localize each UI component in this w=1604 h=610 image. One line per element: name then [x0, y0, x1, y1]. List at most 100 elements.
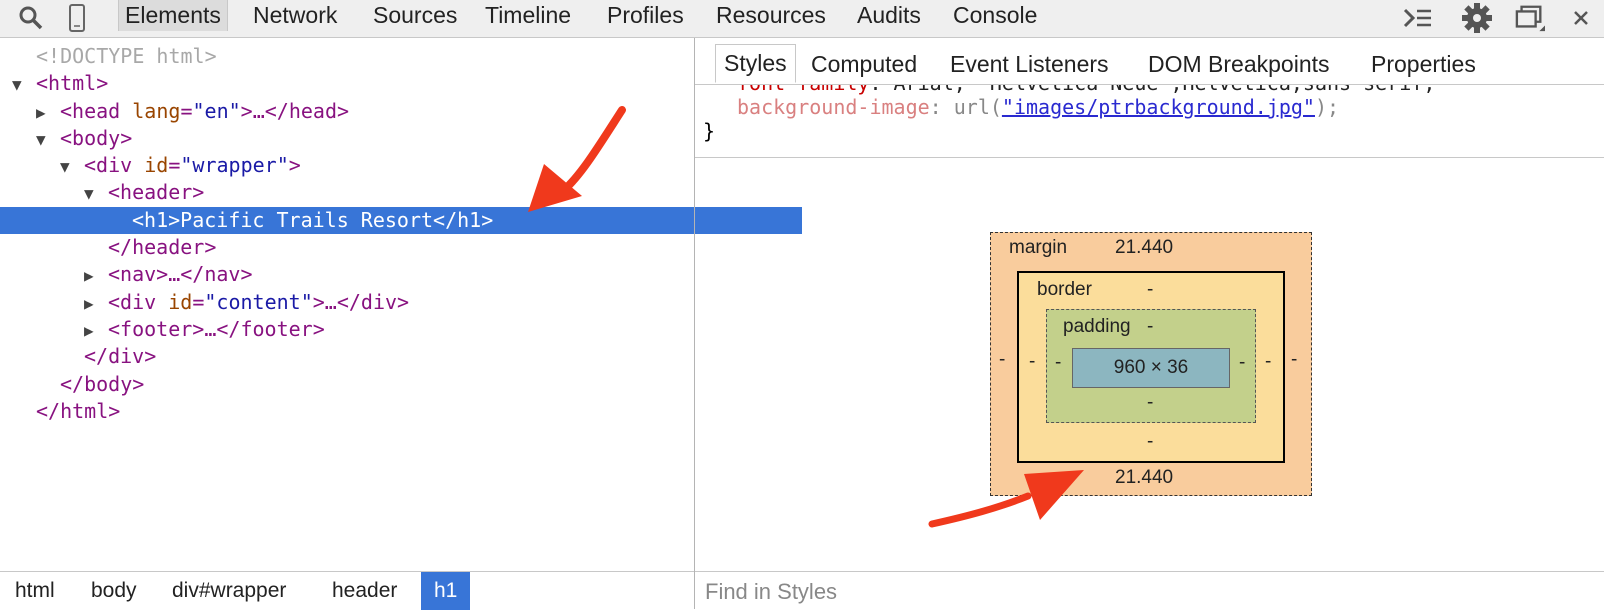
margin-left-value[interactable]: - — [999, 349, 1005, 371]
box-model-margin[interactable]: margin 21.440 - - 21.440 border - - - - … — [990, 232, 1312, 496]
find-in-styles-input[interactable] — [703, 578, 1307, 606]
padding-bottom-value[interactable]: - — [1147, 392, 1153, 414]
expanded-triangle-icon[interactable]: ▼ — [12, 71, 36, 98]
tree-div-close[interactable]: </div> — [0, 343, 754, 370]
tree-html[interactable]: ▼ <html> — [0, 70, 706, 97]
tab-network[interactable]: Network — [253, 0, 337, 31]
tab-resources[interactable]: Resources — [716, 0, 826, 31]
head-attr-value: "en" — [192, 99, 241, 123]
border-label: border — [1037, 279, 1092, 300]
box-model-border[interactable]: border - - - - padding - - - - 960 × 36 — [1017, 271, 1285, 463]
close-icon[interactable] — [1566, 4, 1596, 32]
tree-doctype[interactable]: <!DOCTYPE html> — [0, 43, 706, 70]
content-attr-value: "content" — [204, 290, 313, 314]
find-in-styles — [695, 571, 1604, 610]
tree-div-content[interactable]: ▶ <div id="content">…</div> — [0, 289, 778, 316]
head-attr-name: lang — [132, 99, 181, 123]
css-partial-prop: font-family — [737, 85, 869, 95]
tab-event-listeners[interactable]: Event Listeners — [950, 46, 1109, 83]
padding-top-value[interactable]: - — [1147, 316, 1153, 338]
border-right-value[interactable]: - — [1265, 351, 1271, 373]
tab-styles[interactable]: Styles — [715, 44, 796, 83]
css-url-open: : url( — [929, 95, 1002, 119]
css-partial-value: : Arial, "Helvetica Neue",Helvetica,sans… — [869, 85, 1435, 95]
tab-audits[interactable]: Audits — [857, 0, 921, 31]
padding-label: padding — [1063, 316, 1131, 337]
tab-console[interactable]: Console — [953, 0, 1037, 31]
breadcrumb-header[interactable]: header — [319, 572, 410, 610]
collapsed-triangle-icon[interactable]: ▶ — [36, 99, 60, 126]
breadcrumb-body[interactable]: body — [78, 572, 150, 610]
margin-label: margin — [1009, 237, 1068, 258]
footer-tag: <footer>…</footer> — [108, 317, 325, 341]
breadcrumb: html body div#wrapper header h1 — [0, 571, 694, 610]
gear-icon[interactable] — [1462, 3, 1492, 33]
search-icon[interactable] — [16, 4, 46, 32]
box-model-padding[interactable]: padding - - - - 960 × 36 — [1046, 309, 1256, 423]
css-partial-line[interactable]: font-family: Arial, "Helvetica Neue",Hel… — [737, 85, 1435, 95]
head-tag-name: head — [72, 99, 121, 123]
tree-nav[interactable]: ▶ <nav>…</nav> — [0, 261, 778, 288]
css-prop-background-image: background-image — [737, 95, 930, 119]
tree-footer[interactable]: ▶ <footer>…</footer> — [0, 316, 778, 343]
tab-elements[interactable]: Elements — [118, 0, 228, 31]
tree-div-wrapper[interactable]: ▼ <div id="wrapper"> — [0, 152, 754, 179]
dock-icon[interactable] — [1515, 4, 1545, 32]
html-open-tag: <html> — [36, 71, 109, 95]
expanded-triangle-icon[interactable]: ▼ — [60, 153, 84, 180]
section-divider — [695, 157, 1604, 158]
device-mode-icon[interactable] — [62, 4, 92, 32]
annotation-arrow — [528, 106, 626, 212]
annotation-arrow — [928, 470, 1084, 528]
collapsed-triangle-icon[interactable]: ▶ — [84, 317, 108, 344]
styles-rule: font-family: Arial, "Helvetica Neue",Hel… — [695, 85, 1604, 157]
tab-properties[interactable]: Properties — [1371, 46, 1476, 83]
html-close-tag: </html> — [36, 399, 121, 423]
margin-right-value[interactable]: - — [1291, 349, 1297, 371]
breadcrumb-h1[interactable]: h1 — [421, 572, 471, 610]
div-tag-name: div — [96, 153, 133, 177]
collapsed-triangle-icon[interactable]: ▶ — [84, 262, 108, 289]
div-close-tag: </div> — [84, 344, 157, 368]
body-close-tag: </body> — [60, 372, 145, 396]
box-model-content[interactable]: 960 × 36 — [1072, 348, 1230, 388]
border-left-value[interactable]: - — [1029, 351, 1035, 373]
console-drawer-icon[interactable] — [1403, 4, 1433, 32]
tab-profiles[interactable]: Profiles — [607, 0, 684, 31]
content-rest: >…</div> — [312, 290, 410, 314]
breadcrumb-html[interactable]: html — [2, 572, 68, 610]
border-bottom-value[interactable]: - — [1147, 431, 1153, 453]
doctype-text: <!DOCTYPE html> — [36, 44, 217, 68]
header-close-tag: </header> — [108, 235, 217, 259]
tab-sources[interactable]: Sources — [373, 0, 457, 31]
div-attr-value: "wrapper" — [180, 153, 289, 177]
expanded-triangle-icon[interactable]: ▼ — [84, 180, 108, 207]
padding-right-value[interactable]: - — [1239, 352, 1245, 374]
devtools-toolbar: Elements Network Sources Timeline Profil… — [0, 0, 1604, 38]
div-attr-name: id — [144, 153, 169, 177]
tab-dom-breakpoints[interactable]: DOM Breakpoints — [1148, 46, 1330, 83]
css-url-link[interactable]: "images/ptrbackground.jpg" — [1002, 95, 1315, 119]
breadcrumb-div-wrapper[interactable]: div#wrapper — [159, 572, 299, 610]
content-attr-name: id — [168, 290, 193, 314]
collapsed-triangle-icon[interactable]: ▶ — [84, 290, 108, 317]
margin-top-value[interactable]: 21.440 — [1115, 237, 1173, 259]
tree-header[interactable]: ▼ <header> — [0, 179, 778, 206]
tree-header-close[interactable]: </header> — [0, 234, 778, 261]
border-top-value[interactable]: - — [1147, 279, 1153, 301]
content-tag-name: div — [120, 290, 157, 314]
padding-left-value[interactable]: - — [1055, 352, 1061, 374]
css-url-close: ); — [1314, 95, 1340, 119]
css-background-image-line[interactable]: background-image: url("images/ptrbackgro… — [737, 95, 1339, 119]
tab-timeline[interactable]: Timeline — [485, 0, 571, 31]
margin-bottom-value[interactable]: 21.440 — [1115, 467, 1173, 489]
head-rest: >…</head> — [240, 99, 350, 123]
tab-computed[interactable]: Computed — [811, 46, 917, 83]
css-close-brace: } — [703, 119, 716, 143]
tree-html-close[interactable]: </html> — [0, 398, 706, 425]
tree-h1-selected[interactable]: <h1>Pacific Trails Resort</h1> — [0, 207, 802, 234]
tree-body-close[interactable]: </body> — [0, 371, 730, 398]
sidebar-tabs: Styles Computed Event Listeners DOM Brea… — [695, 38, 1604, 85]
body-open-tag: <body> — [60, 126, 133, 150]
expanded-triangle-icon[interactable]: ▼ — [36, 126, 60, 153]
